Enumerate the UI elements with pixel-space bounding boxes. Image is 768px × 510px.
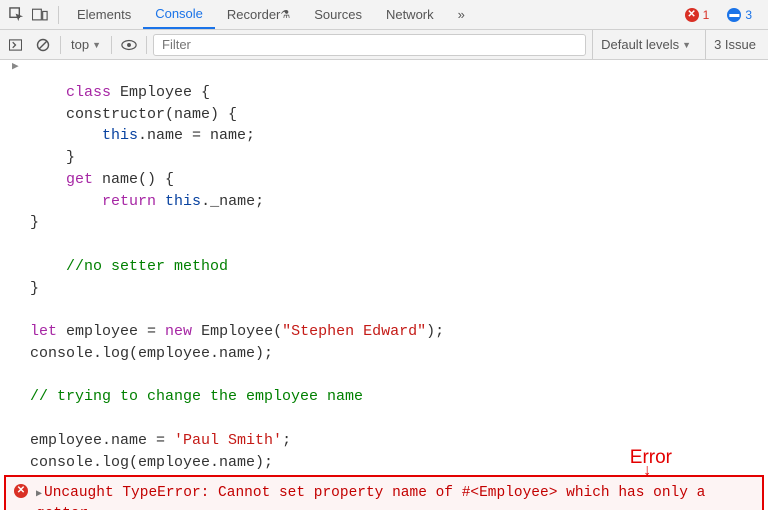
code-token: ); [426,323,444,340]
code-token: } [30,214,39,231]
info-count: 3 [745,8,752,22]
expand-icon[interactable]: ▶ [36,489,42,500]
context-value: top [71,37,89,52]
code-token: get [66,171,93,188]
device-icon[interactable] [28,3,52,27]
filter-input[interactable] [153,34,586,56]
console-error-entry[interactable]: ✕ ▶Uncaught TypeError: Cannot set proper… [6,477,762,510]
tab-recorder-label: Recorder [227,7,280,22]
code-token: constructor [30,106,165,123]
levels-value: Default levels [601,37,679,52]
tab-network[interactable]: Network [374,0,446,29]
code-token [30,193,102,210]
error-message: Uncaught TypeError: Cannot set property … [36,485,714,510]
clear-console-icon[interactable] [32,34,54,56]
console-output: ▶ class Employee { constructor(name) { th… [0,60,768,510]
code-token: new [165,323,192,340]
error-icon: ✕ [685,8,699,22]
levels-selector[interactable]: Default levels ▼ [592,30,699,59]
error-count: 1 [703,8,710,22]
flask-icon: ⚗ [280,8,290,21]
console-toolbar: top ▼ Default levels ▼ 3 Issue [0,30,768,60]
code-token: 'Paul Smith' [174,432,282,449]
code-token: { [201,84,210,101]
code-token: let [30,323,57,340]
tab-recorder[interactable]: Recorder ⚗ [215,0,302,29]
code-token: } [30,149,75,166]
code-token: // trying to change the employee name [30,388,363,405]
tab-console[interactable]: Console [143,0,215,29]
code-token: } [30,280,39,297]
error-highlight-box: Error ↓ ✕ ▶Uncaught TypeError: Cannot se… [4,475,764,510]
code-token: name() { [93,171,174,188]
code-token: ._name; [201,193,264,210]
code-token: .name = name; [138,127,255,144]
separator [111,36,112,54]
live-expression-icon[interactable] [118,34,140,56]
caret-down-icon: ▼ [92,40,101,50]
sidebar-toggle-icon[interactable] [4,34,26,56]
inspect-icon[interactable] [4,3,28,27]
code-token: this [102,127,138,144]
tab-more[interactable]: » [446,0,477,29]
context-selector[interactable]: top ▼ [67,37,105,52]
console-input-entry[interactable]: ▶ class Employee { constructor(name) { th… [0,60,768,473]
tab-sources[interactable]: Sources [302,0,374,29]
error-count-badge[interactable]: ✕1 [679,8,716,22]
code-token: employee.name = [30,432,174,449]
tab-elements[interactable]: Elements [65,0,143,29]
code-token: ; [282,432,291,449]
code-token: Employee [111,84,201,101]
code-token: //no setter method [30,258,228,275]
code-token [30,127,102,144]
code-token: return [102,193,156,210]
code-token: console.log(employee.name); [30,345,273,362]
separator [60,36,61,54]
issues-button[interactable]: 3 Issue [705,30,764,59]
code-token: class [66,84,111,101]
error-badge-icon: ✕ [14,484,28,498]
code-token: employee = [57,323,165,340]
info-count-badge[interactable]: ▬3 [721,8,758,22]
main-tab-bar: Elements Console Recorder ⚗ Sources Netw… [0,0,768,30]
separator [146,36,147,54]
caret-down-icon: ▼ [682,40,691,50]
code-token: this [165,193,201,210]
code-token: "Stephen Edward" [282,323,426,340]
code-token: console.log(employee.name); [30,454,273,471]
separator [58,6,59,24]
expand-icon[interactable]: ▶ [12,60,19,76]
code-token [30,171,66,188]
code-token: Employee( [192,323,282,340]
code-token [156,193,165,210]
code-token: (name) { [165,106,237,123]
info-icon: ▬ [727,8,741,22]
